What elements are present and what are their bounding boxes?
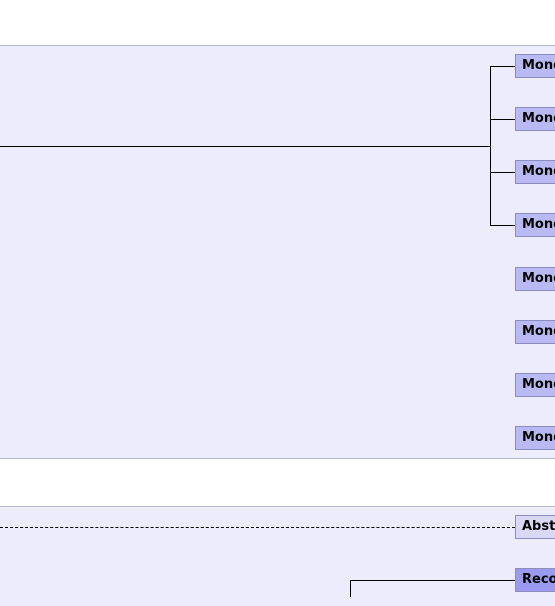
branch-spine: [490, 66, 491, 225]
mono-node-8[interactable]: Mono: [515, 426, 555, 450]
diagram-section-1: [0, 45, 555, 459]
branch-connector-4: [490, 225, 515, 226]
mono-node-1[interactable]: Mono: [515, 54, 555, 78]
mono-node-6[interactable]: Mono: [515, 320, 555, 344]
record-connector: [350, 580, 515, 581]
mono-node-4[interactable]: Mono: [515, 213, 555, 237]
branch-connector-1: [490, 66, 515, 67]
abstract-node[interactable]: Abst: [515, 515, 555, 539]
mono-node-5[interactable]: Mono: [515, 267, 555, 291]
mono-node-7[interactable]: Mono: [515, 373, 555, 397]
diagram-section-2: [0, 506, 555, 606]
trunk-connector: [0, 146, 491, 147]
branch-connector-2: [490, 119, 515, 120]
mono-node-2[interactable]: Mono: [515, 107, 555, 131]
record-node[interactable]: Reco: [515, 568, 555, 592]
dashed-connector: [0, 527, 515, 528]
mono-node-3[interactable]: Mono: [515, 160, 555, 184]
branch-connector-3: [490, 172, 515, 173]
record-spine: [350, 580, 351, 597]
